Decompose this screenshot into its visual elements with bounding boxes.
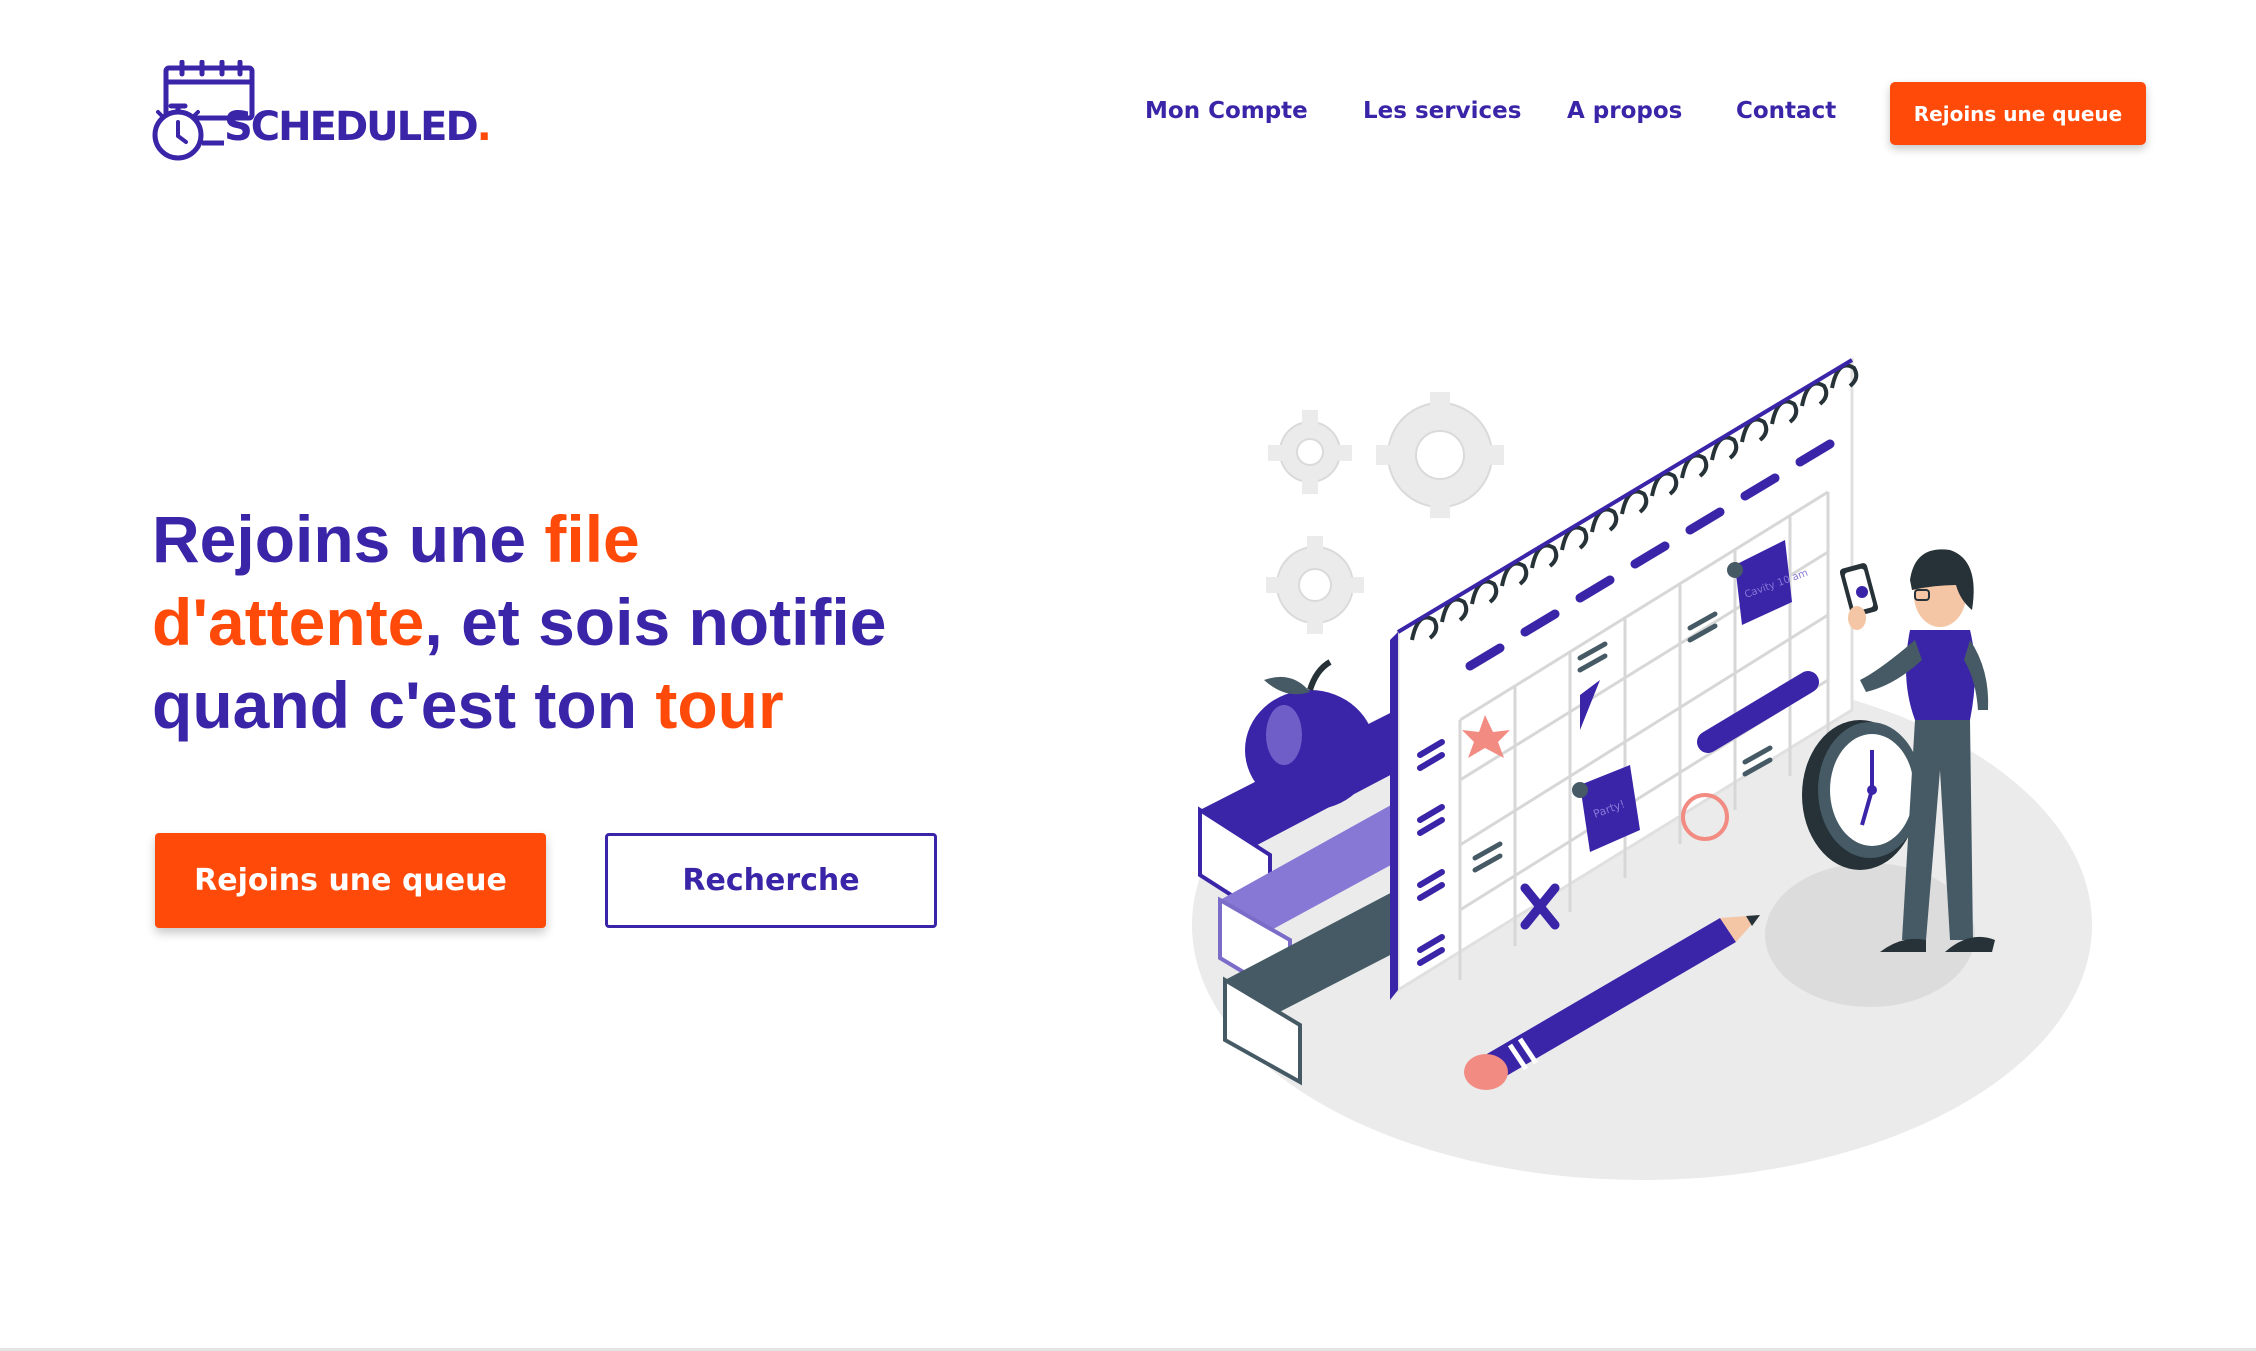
hero-headline: Rejoins une file d'attente, et sois noti… (152, 502, 887, 742)
search-button[interactable]: Recherche (605, 833, 937, 928)
calendar-person-illustration: Party! Cavity 10 am (1192, 357, 2092, 1180)
main-nav: Mon Compte Les services A propos Contact… (0, 82, 2256, 146)
nav-link-les-services[interactable]: Les services (1363, 98, 1521, 124)
nav-link-mon-compte[interactable]: Mon Compte (1145, 98, 1308, 124)
join-queue-button[interactable]: Rejoins une queue (155, 833, 546, 928)
nav-link-contact[interactable]: Contact (1736, 98, 1836, 124)
nav-link-a-propos[interactable]: A propos (1567, 98, 1682, 124)
nav-join-queue-button[interactable]: Rejoins une queue (1890, 82, 2146, 145)
